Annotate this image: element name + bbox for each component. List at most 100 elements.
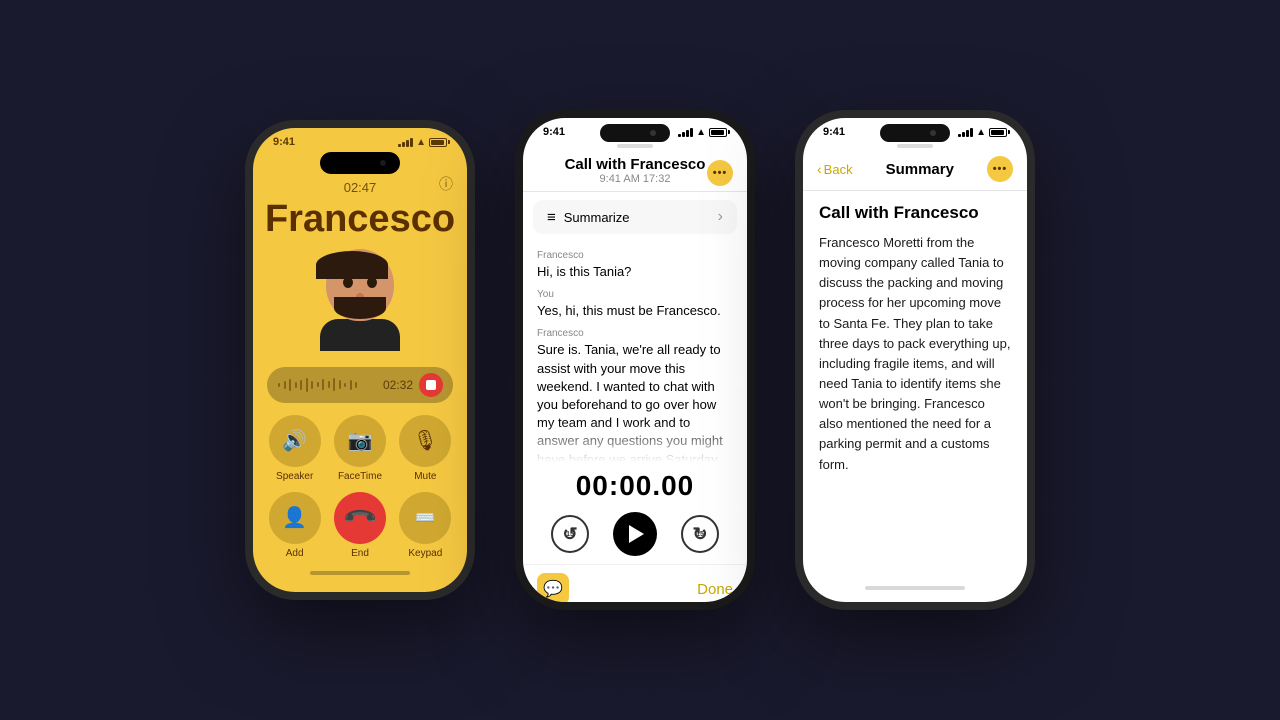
record-inner xyxy=(426,380,436,390)
speaker-icon: 🔊 xyxy=(269,415,321,467)
end-label: End xyxy=(351,548,369,559)
player-timer: 00:00.00 xyxy=(537,470,733,502)
battery-fill-1 xyxy=(431,140,444,145)
transcript-entry-1: You Yes, hi, this must be Francesco. xyxy=(537,289,733,320)
add-label: Add xyxy=(286,548,304,559)
back-chevron-icon: ‹ xyxy=(817,161,822,177)
mute-button[interactable]: 🎙 Mute xyxy=(398,415,453,482)
recording-time: 02:32 xyxy=(383,378,413,392)
summary-call-title: Call with Francesco xyxy=(819,203,1011,223)
keypad-button[interactable]: ⌨️ Keypad xyxy=(398,492,453,559)
camera-dot-2 xyxy=(650,130,656,136)
speaker-1: You xyxy=(537,289,733,300)
more-dots-2: ••• xyxy=(713,167,728,179)
camera-dot-1 xyxy=(380,160,386,166)
summarize-chevron: › xyxy=(718,208,723,226)
back-label: Back xyxy=(824,162,853,177)
add-button[interactable]: 👤 Add xyxy=(267,492,322,559)
player-controls: ↺ 15 ↻ 15 xyxy=(537,512,733,556)
facetime-button[interactable]: 📷 FaceTime xyxy=(332,415,387,482)
speaker-label: Speaker xyxy=(276,471,313,482)
mute-icon: 🎙 xyxy=(399,415,451,467)
time-2: 9:41 xyxy=(543,126,565,138)
more-button-2[interactable]: ••• xyxy=(707,160,733,186)
speaker-button[interactable]: 🔊 Speaker xyxy=(267,415,322,482)
dynamic-island-3 xyxy=(880,124,950,142)
signal-1 xyxy=(398,137,413,147)
speaker-0: Francesco xyxy=(537,250,733,261)
summary-more-button[interactable]: ••• xyxy=(987,156,1013,182)
summarize-row[interactable]: ≡ Summarize › xyxy=(533,200,737,234)
play-button[interactable] xyxy=(613,512,657,556)
facetime-icon: 📷 xyxy=(334,415,386,467)
keypad-label: Keypad xyxy=(408,548,442,559)
battery-icon-3 xyxy=(989,128,1007,137)
summary-content: Call with Francesco Francesco Moretti fr… xyxy=(803,191,1027,487)
wifi-icon-2: ▲ xyxy=(696,127,706,138)
wifi-icon-1: ▲ xyxy=(416,137,426,148)
memoji-container xyxy=(253,249,467,359)
t-bar3 xyxy=(966,130,969,137)
back-button[interactable]: ‹ Back xyxy=(817,161,853,177)
summarize-icon: ≡ xyxy=(547,209,556,226)
player-section: 00:00.00 ↺ 15 ↻ 15 xyxy=(523,462,747,564)
transcript-subtitle: 9:41 AM 17:32 xyxy=(539,173,731,185)
skip-forward-button[interactable]: ↻ 15 xyxy=(681,515,719,553)
bar1 xyxy=(398,144,401,147)
battery-icon-1 xyxy=(429,138,447,147)
skip-back-button[interactable]: ↺ 15 xyxy=(551,515,589,553)
status-icons-3: ▲ xyxy=(958,127,1007,138)
summary-nav-title: Summary xyxy=(886,161,954,178)
text-2: Sure is. Tania, we're all ready to assis… xyxy=(537,341,733,462)
recording-pill: 02:32 xyxy=(267,367,453,403)
battery-fill-2 xyxy=(711,130,724,135)
signal-3 xyxy=(958,127,973,137)
end-button[interactable]: 📞 End xyxy=(332,492,387,559)
record-button[interactable] xyxy=(419,373,443,397)
phone-3: 9:41 ▲ ‹ Back Summary ••• xyxy=(795,110,1035,610)
camera-dot-3 xyxy=(930,130,936,136)
caller-name: Francesco xyxy=(253,199,467,241)
summary-nav: ‹ Back Summary ••• xyxy=(803,152,1027,191)
home-indicator-3 xyxy=(865,586,965,590)
info-button[interactable]: ⓘ xyxy=(439,174,453,194)
signal-2 xyxy=(678,127,693,137)
text-0: Hi, is this Tania? xyxy=(537,263,733,281)
skip-forward-label: 15 xyxy=(696,531,704,538)
phone-1: 9:41 ▲ ⓘ 02:47 Francesco xyxy=(245,120,475,600)
status-bar-1: 9:41 ▲ xyxy=(253,128,467,152)
time-1: 9:41 xyxy=(273,136,295,148)
s-bar3 xyxy=(686,130,689,137)
s-bar2 xyxy=(682,132,685,137)
end-icon: 📞 xyxy=(323,481,397,555)
add-icon: 👤 xyxy=(269,492,321,544)
keypad-icon: ⌨️ xyxy=(399,492,451,544)
t-bar2 xyxy=(962,132,965,137)
drag-handle-3 xyxy=(897,144,933,148)
bar2 xyxy=(402,142,405,147)
wifi-icon-3: ▲ xyxy=(976,127,986,138)
transcript-header: Call with Francesco 9:41 AM 17:32 ••• xyxy=(523,152,747,192)
waveform xyxy=(277,378,377,392)
t-bar4 xyxy=(970,128,973,137)
drag-handle-2 xyxy=(617,144,653,148)
facetime-label: FaceTime xyxy=(338,471,382,482)
time-3: 9:41 xyxy=(823,126,845,138)
t-bar1 xyxy=(958,134,961,137)
mute-label: Mute xyxy=(414,471,436,482)
play-icon xyxy=(629,525,644,543)
summarize-label: Summarize xyxy=(564,210,630,225)
transcript-title: Call with Francesco xyxy=(539,156,731,173)
summary-more-dots: ••• xyxy=(993,163,1008,175)
status-bar-2: 9:41 ▲ xyxy=(523,118,747,142)
transcript-entry-2: Francesco Sure is. Tania, we're all read… xyxy=(537,328,733,462)
chat-icon-button[interactable]: 💬 xyxy=(537,573,569,605)
phone-2: 9:41 ▲ Call with Francesco 9:41 AM 17:32… xyxy=(515,110,755,610)
done-button[interactable]: Done xyxy=(697,581,733,598)
transcript-entry-0: Francesco Hi, is this Tania? xyxy=(537,250,733,281)
skip-back-label: 15 xyxy=(566,531,574,538)
text-1: Yes, hi, this must be Francesco. xyxy=(537,302,733,320)
summarize-left: ≡ Summarize xyxy=(547,209,630,226)
status-icons-1: ▲ xyxy=(398,137,447,148)
call-duration: 02:47 xyxy=(253,180,467,195)
